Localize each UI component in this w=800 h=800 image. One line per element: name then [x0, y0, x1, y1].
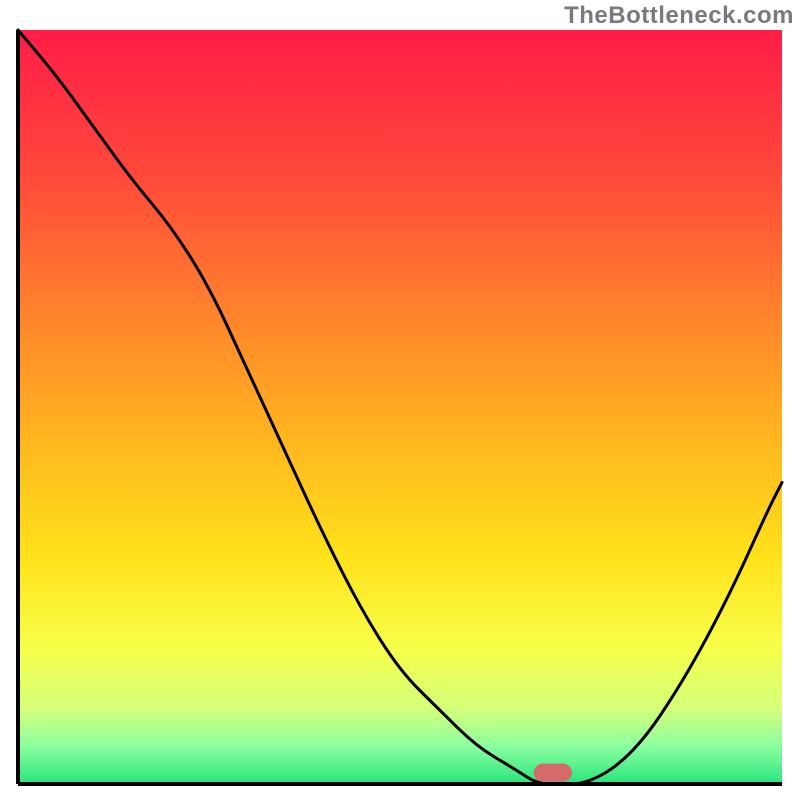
- gradient-background: [18, 30, 782, 784]
- chart-frame: TheBottleneck.com: [0, 0, 800, 800]
- watermark-text: TheBottleneck.com: [564, 2, 794, 30]
- bottleneck-chart: [0, 0, 800, 800]
- optimal-marker: [534, 764, 572, 782]
